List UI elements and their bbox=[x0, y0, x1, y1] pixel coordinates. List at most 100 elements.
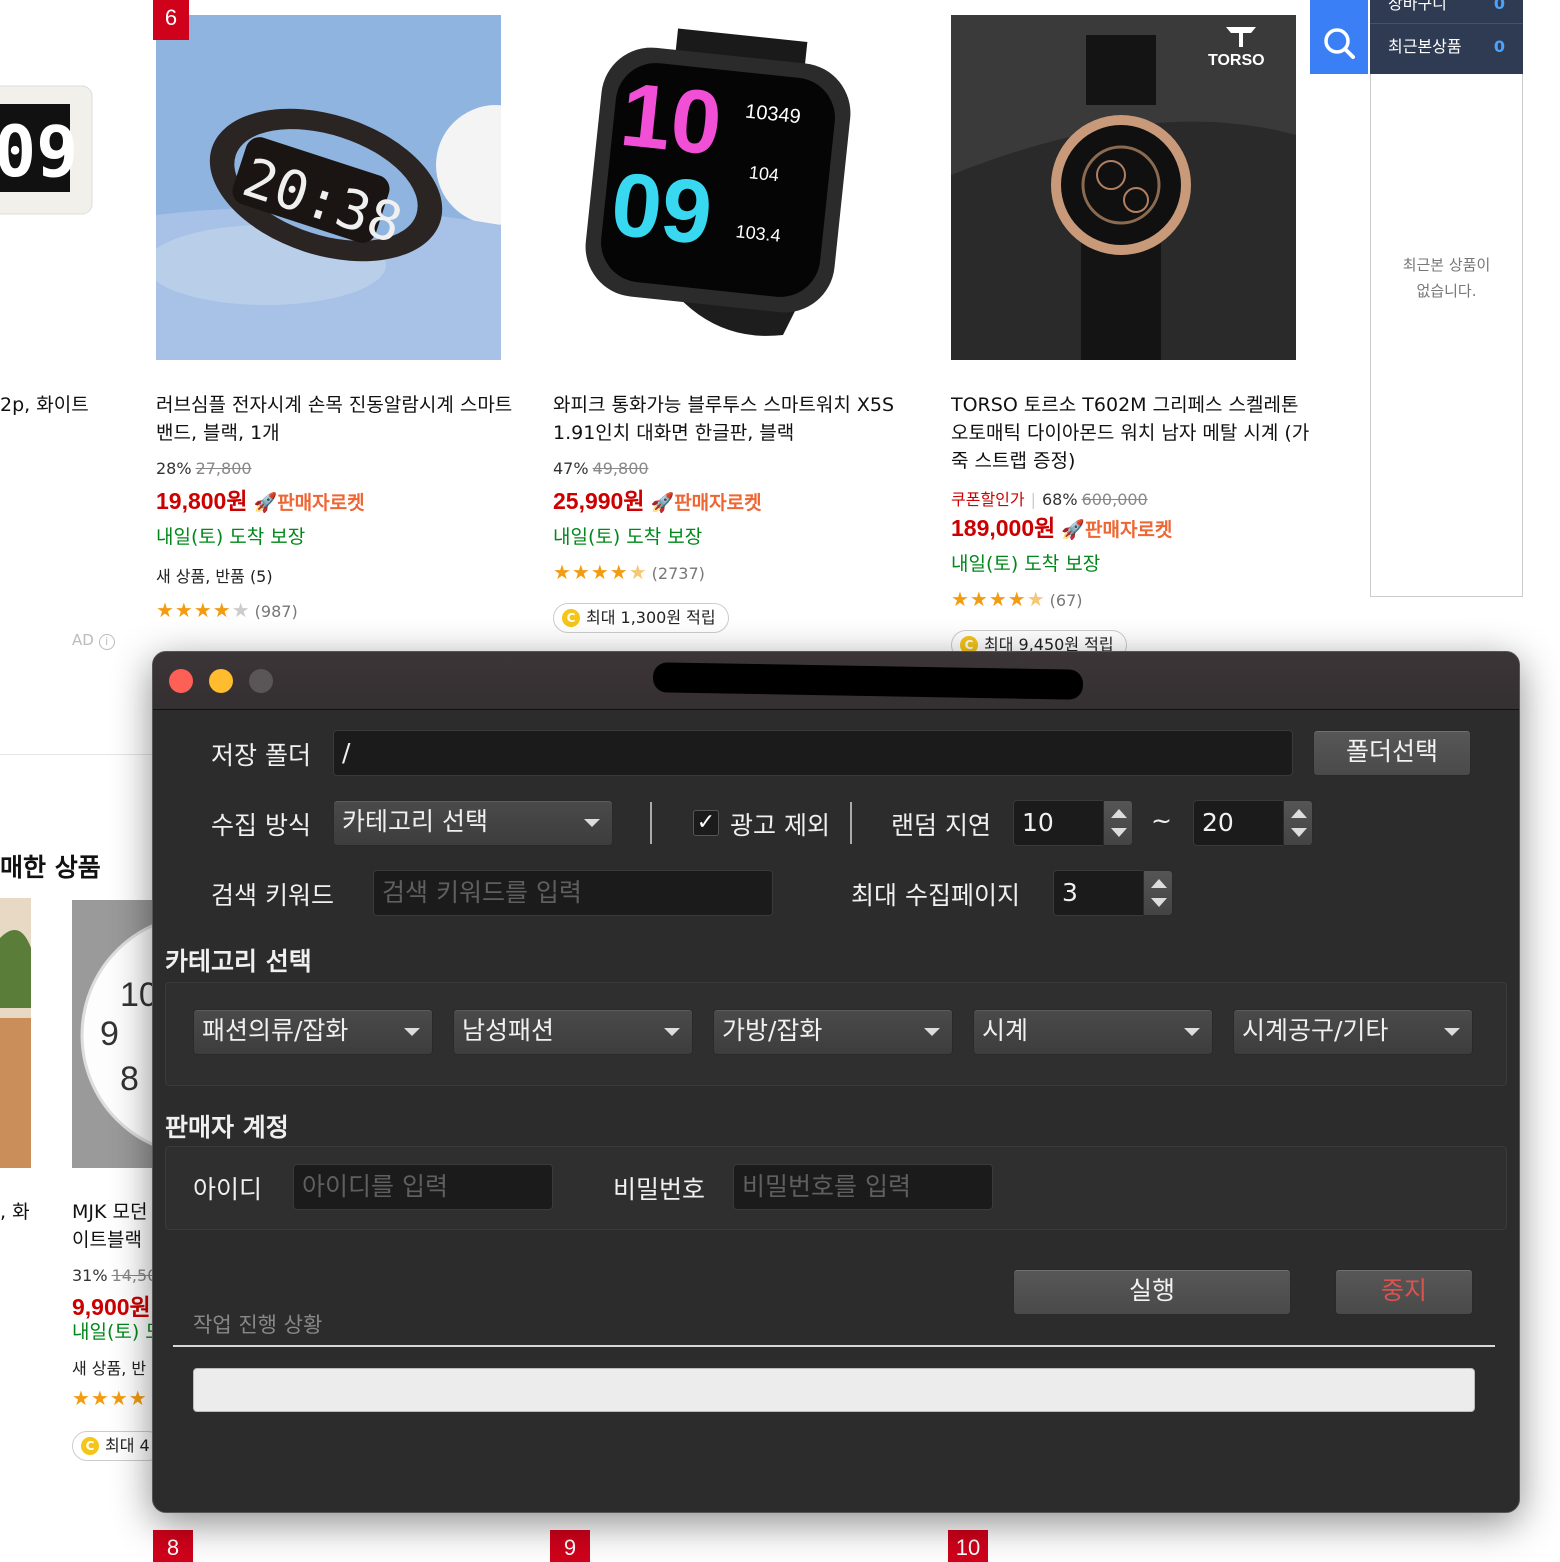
review-count: (987) bbox=[254, 602, 298, 621]
svg-text:104: 104 bbox=[748, 162, 780, 185]
progress-bar bbox=[193, 1368, 1475, 1412]
search-button[interactable] bbox=[1310, 0, 1368, 74]
rating-stars: ★★★★★ (987) bbox=[156, 598, 298, 622]
original-price: 27,800 bbox=[195, 459, 252, 478]
discount-row: 28% 27,800 bbox=[156, 459, 252, 478]
chevron-down-icon[interactable] bbox=[1111, 828, 1127, 837]
product-title[interactable]: 와피크 통화가능 블루투스 스마트워치 X5S 1.91인치 대화면 한글판, … bbox=[553, 391, 913, 447]
separator bbox=[650, 802, 652, 844]
category-value: 시계공구/기타 bbox=[1242, 1016, 1389, 1045]
category-value: 가방/잡화 bbox=[722, 1016, 823, 1045]
product-image-partial-palm[interactable] bbox=[0, 898, 31, 1168]
rocket-icon: 🚀 bbox=[253, 492, 278, 514]
keyword-input[interactable]: 검색 키워드를 입력 bbox=[373, 870, 773, 916]
keyword-label: 검색 키워드 bbox=[211, 881, 334, 910]
delay-min-spinbox[interactable]: 10 bbox=[1013, 800, 1133, 846]
extra-info[interactable]: 새 상품, 반품 (5) bbox=[156, 563, 273, 587]
id-placeholder: 아이디를 입력 bbox=[302, 1172, 448, 1201]
category-select-4[interactable]: 시계 bbox=[973, 1009, 1213, 1055]
exclude-ads-label[interactable]: 광고 제외 bbox=[730, 806, 830, 842]
product-title[interactable]: 러브심플 전자시계 손목 진동알람시계 스마트 밴드, 블랙, 1개 bbox=[156, 391, 516, 447]
discount-row: 47% 49,800 bbox=[553, 459, 649, 478]
discount-row: 쿠폰할인가 | 68% 600,000 bbox=[951, 490, 1148, 509]
chevron-up-icon[interactable] bbox=[1291, 809, 1307, 818]
cart-count: 0 bbox=[1493, 0, 1505, 13]
product-image-clock[interactable]: 10 9 8 bbox=[72, 900, 152, 1168]
save-folder-input[interactable]: / bbox=[333, 730, 1293, 776]
svg-text:09: 09 bbox=[607, 154, 717, 264]
seller-section-label: 판매자 계정 bbox=[165, 1113, 289, 1142]
spin-arrows[interactable] bbox=[1143, 870, 1173, 916]
product-image-band[interactable]: 20:38 bbox=[156, 15, 501, 360]
delay-min-value[interactable]: 10 bbox=[1013, 800, 1105, 846]
password-label: 비밀번호 bbox=[613, 1175, 706, 1204]
rocket-icon: 🚀 bbox=[1061, 519, 1085, 541]
collect-method-select[interactable]: 카테고리 선택 bbox=[333, 800, 613, 846]
sidebar-cart[interactable]: 장바구니 0 bbox=[1370, 0, 1523, 24]
category-select-2[interactable]: 남성패션 bbox=[453, 1009, 693, 1055]
max-pages-spinbox[interactable]: 3 bbox=[1053, 870, 1173, 916]
password-input[interactable]: 비밀번호를 입력 bbox=[733, 1164, 993, 1210]
zoom-window-button[interactable] bbox=[249, 669, 273, 693]
recent-empty-message: 최근본 상품이 없습니다. bbox=[1402, 256, 1491, 300]
stop-button[interactable]: 중지 bbox=[1335, 1269, 1473, 1315]
category-select-5[interactable]: 시계공구/기타 bbox=[1233, 1009, 1473, 1055]
delivery-guarantee: 내일(토) 도착 보장 bbox=[156, 526, 306, 548]
price-value: 189,000원 bbox=[951, 515, 1056, 541]
category-select-1[interactable]: 패션의류/잡화 bbox=[193, 1009, 433, 1055]
coupon-label: 쿠폰할인가 bbox=[951, 490, 1025, 509]
random-delay-label: 랜덤 지연 bbox=[891, 811, 991, 840]
keyword-placeholder: 검색 키워드를 입력 bbox=[382, 878, 582, 907]
max-pages-value[interactable]: 3 bbox=[1053, 870, 1145, 916]
discount-row-mjk: 31% 14,50 bbox=[72, 1266, 157, 1285]
discount-rate: 47% bbox=[553, 459, 589, 478]
product-title-partial-2[interactable]: , 화 bbox=[0, 1198, 30, 1226]
folder-select-button[interactable]: 폴더선택 bbox=[1313, 730, 1471, 776]
rocket-label: 판매자로켓 bbox=[1084, 519, 1173, 541]
original-price: 14,50 bbox=[111, 1266, 158, 1285]
close-window-button[interactable] bbox=[169, 669, 193, 693]
product-image-smartwatch[interactable]: 10 09 10349 104 103.4 bbox=[553, 15, 898, 360]
window-title-redacted bbox=[652, 662, 1084, 700]
product-image-torso-watch[interactable]: TORSO bbox=[951, 15, 1296, 360]
window-titlebar[interactable] bbox=[153, 652, 1519, 710]
product-title-partial[interactable]: 2p, 화이트 bbox=[0, 391, 89, 419]
exclude-ads-checkbox[interactable]: ✓ bbox=[693, 810, 719, 836]
sidebar-recent[interactable]: 최근본상품 0 bbox=[1370, 24, 1523, 74]
progress-divider bbox=[173, 1345, 1495, 1347]
run-button[interactable]: 실행 bbox=[1013, 1269, 1291, 1315]
product-title-mjk[interactable]: MJK 모던 이트블랙 bbox=[72, 1198, 147, 1254]
info-icon[interactable]: i bbox=[98, 634, 115, 650]
delay-max-spinbox[interactable]: 20 bbox=[1193, 800, 1313, 846]
price: 189,000원 🚀판매자로켓 bbox=[951, 509, 1172, 543]
minimize-window-button[interactable] bbox=[209, 669, 233, 693]
shopping-page: 09 2p, 화이트 AD i 매한 상품 10 9 8 , 화 MJK 모던 … bbox=[0, 0, 1560, 1562]
product-title[interactable]: TORSO 토르소 T602M 그리페스 스켈레톤 오토매틱 다이아몬드 워치 … bbox=[951, 391, 1311, 475]
collect-method-value: 카테고리 선택 bbox=[342, 807, 488, 836]
delay-max-value[interactable]: 20 bbox=[1193, 800, 1285, 846]
chevron-down-icon[interactable] bbox=[1291, 828, 1307, 837]
collect-method-label: 수집 방식 bbox=[211, 811, 311, 840]
delay-separator: ~ bbox=[1151, 806, 1172, 835]
coin-icon: C bbox=[81, 1437, 99, 1455]
recent-label: 최근본상품 bbox=[1388, 37, 1462, 56]
chevron-down-icon bbox=[924, 1028, 940, 1036]
review-count: (2737) bbox=[651, 564, 705, 583]
rating-stars-mjk: ★★★★ bbox=[72, 1386, 148, 1410]
section-title: 매한 상품 bbox=[0, 853, 101, 882]
product-image-partial-left[interactable]: 09 bbox=[0, 82, 95, 217]
category-select-3[interactable]: 가방/잡화 bbox=[713, 1009, 953, 1055]
info-mjk: 새 상품, 반 bbox=[72, 1359, 147, 1378]
rating-stars: ★★★★★ (67) bbox=[951, 587, 1083, 611]
cashback-text: 최대 1,300원 적립 bbox=[586, 608, 716, 627]
chevron-up-icon[interactable] bbox=[1151, 879, 1167, 888]
id-input[interactable]: 아이디를 입력 bbox=[293, 1164, 553, 1210]
spin-arrows[interactable] bbox=[1103, 800, 1133, 846]
rocket-label: 판매자로켓 bbox=[277, 492, 365, 514]
cashback-mjk: C 최대 4 bbox=[72, 1431, 163, 1461]
chevron-up-icon[interactable] bbox=[1111, 809, 1127, 818]
progress-label: 작업 진행 상황 bbox=[193, 1313, 323, 1337]
spin-arrows[interactable] bbox=[1283, 800, 1313, 846]
chevron-down-icon[interactable] bbox=[1151, 898, 1167, 907]
recent-count: 0 bbox=[1493, 37, 1505, 56]
